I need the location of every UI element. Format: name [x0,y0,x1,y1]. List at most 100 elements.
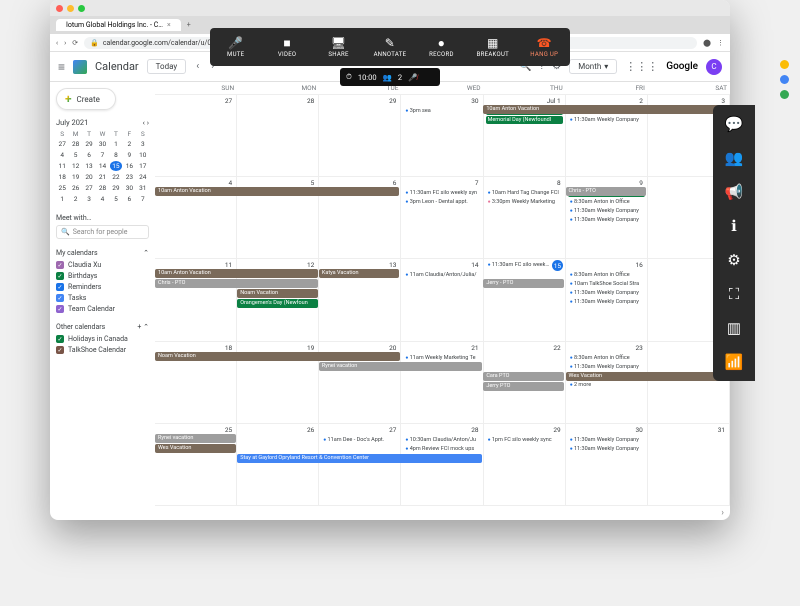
settings-icon[interactable]: ⚙ [727,251,740,269]
calendar-item[interactable]: ✓TalkShoe Calendar [56,346,149,354]
event[interactable]: 11am Weekly Marketing Te [403,354,480,362]
new-tab-icon[interactable]: + [181,21,197,29]
event[interactable]: 3:30pm Weekly Marketing [486,198,563,206]
multi-day-event[interactable]: Jerry - PTO [483,279,564,288]
event[interactable]: 3pm sea [403,107,480,115]
close-window-icon[interactable] [56,5,63,12]
multi-day-event[interactable]: Orangemen's Day (Newfoun [237,299,318,308]
event[interactable]: 11:30am Weekly Company [568,363,645,371]
multi-day-event[interactable]: Wes Vacation [155,444,236,453]
minimize-window-icon[interactable] [67,5,74,12]
chevron-up-icon[interactable]: ⌃ [143,249,149,257]
multi-day-event[interactable]: Chris - PTO [155,279,318,288]
multi-day-event[interactable]: Katya Vacation [319,269,400,278]
mini-nav[interactable]: ‹ › [143,118,149,127]
event[interactable]: Memorial Day (Newfoundl [486,116,563,124]
multi-day-event[interactable]: Wes Vacation [566,372,729,381]
back-icon[interactable]: ‹ [56,39,58,47]
day-cell[interactable]: 2111am Weekly Marketing Te11:30am FC sil… [401,342,483,423]
day-cell[interactable]: 29 [319,95,401,176]
multi-day-event[interactable]: 10am Anton Vacation [155,187,399,196]
breakout-button[interactable]: ▦BREAKOUT [467,28,518,66]
multi-day-event[interactable]: Rynei vacation [319,362,482,371]
account-avatar[interactable]: C [706,59,722,75]
day-cell[interactable]: 303pm sea [401,95,483,176]
calendar-item[interactable]: ✓Claudia Xu [56,261,149,269]
day-cell[interactable]: 1411am Claudia/Anton/Julia/ [401,259,483,340]
event[interactable]: 11:30am Weekly Company [568,289,645,297]
event[interactable]: 10:30am Claudia/Anton/Ju [403,436,480,444]
day-cell[interactable]: 168:30am Anton in Office10am TalkShoe So… [566,259,648,340]
day-cell[interactable]: 2810:30am Claudia/Anton/Ju4pm Review FCI… [401,424,483,505]
event[interactable]: 11:30am Weekly Company [568,116,645,124]
reload-icon[interactable]: ⟳ [72,39,78,47]
network-icon[interactable]: 📶 [725,353,744,371]
layout-icon[interactable]: ▥ [727,319,741,337]
prev-month-icon[interactable]: ‹ [194,61,201,72]
multi-day-event[interactable]: 10am Anton Vacation [155,269,318,278]
expand-icon[interactable]: › [155,506,730,520]
fullscreen-icon[interactable]: ⛶ [729,285,740,303]
multi-day-event[interactable]: 10am Anton Vacation [483,105,727,114]
profile-icon[interactable]: ⬤ [703,39,711,47]
announce-icon[interactable]: 📢 [725,183,744,201]
calendar-item[interactable]: ✓Team Calendar [56,305,149,313]
multi-day-event[interactable]: Chris - PTO [566,187,647,196]
event[interactable]: 11:30am Weekly Company [568,445,645,453]
mini-calendar[interactable]: July 2021 ‹ › SMTWTFS2728293012345678910… [56,118,149,204]
event[interactable]: 8:30am Anton in Office [568,198,645,206]
chat-icon[interactable]: 💬 [725,115,744,133]
add-other-cal-icon[interactable]: + ⌃ [137,323,149,331]
multi-day-event[interactable]: Cara PTO [483,372,564,381]
calendar-item[interactable]: ✓Holidays in Canada [56,335,149,343]
calendar-item[interactable]: ✓Birthdays [56,272,149,280]
event[interactable]: 11:30am Weekly Company [568,436,645,444]
hangup-button[interactable]: ☎HANG UP [519,28,570,66]
day-cell[interactable]: 26 [237,424,319,505]
share-button[interactable]: 🖥SHARE [313,28,364,66]
view-switcher[interactable]: Month ▾ [569,59,617,74]
annotate-button[interactable]: ✎ANNOTATE [364,28,415,66]
mute-button[interactable]: 🎤MUTE [210,28,261,66]
event[interactable]: 8:30am Anton in Office [568,271,645,279]
event[interactable]: 10am Hard Tag Change FCI [486,189,563,197]
multi-day-event[interactable]: Stay at Gaylord Opryland Resort & Conven… [237,454,482,463]
video-button[interactable]: ■VIDEO [261,28,312,66]
forward-icon[interactable]: › [64,39,66,47]
maximize-window-icon[interactable] [78,5,85,12]
tasks-icon[interactable] [780,75,789,84]
info-icon[interactable]: ℹ [731,217,737,235]
calendar-item[interactable]: ✓Tasks [56,294,149,302]
day-cell[interactable]: 27 [155,95,237,176]
day-cell[interactable]: 28 [237,95,319,176]
event[interactable]: 8:30am Anton in Office [568,354,645,362]
event[interactable]: 2 more [568,381,645,389]
day-cell[interactable]: 238:30am Anton in Office11:30am Weekly C… [566,342,648,423]
multi-day-event[interactable]: Jerry PTO [483,382,564,391]
multi-day-event[interactable]: Noam Vacation [155,352,400,361]
menu-icon[interactable]: ≡ [58,60,65,74]
day-cell[interactable]: 3011:30am Weekly Company11:30am Weekly C… [566,424,648,505]
event[interactable]: 11am Dee - Doc's Appt. [321,436,398,444]
event[interactable]: 11:30am Weekly Company [568,207,645,215]
event[interactable]: 11:30am Weekly Company [568,298,645,306]
event[interactable]: 11:30am FC silo weekly syn [486,261,552,269]
event[interactable]: 3pm Leon - Dental appt. [403,198,480,206]
multi-day-event[interactable]: Rynei vacation [155,434,236,443]
keep-icon[interactable] [780,60,789,69]
event[interactable]: 4pm Review FCI mock ups [403,445,480,453]
day-cell[interactable]: 291pm FC silo weekly sync [484,424,566,505]
event[interactable]: 11am Claudia/Anton/Julia/ [403,271,480,279]
day-cell[interactable]: 711:30am FC silo weekly syn3pm Leon - De… [401,177,483,258]
event[interactable]: 11:30am FC silo weekly syn [403,189,480,197]
day-cell[interactable]: 31 [648,424,730,505]
day-cell[interactable]: 1511:30am FC silo weekly syn [484,259,566,340]
browser-tab[interactable]: Iotum Global Holdings Inc. - C… × [56,19,181,31]
addon-icon[interactable] [780,90,789,99]
day-cell[interactable]: 810am Hard Tag Change FCI3:30pm Weekly M… [484,177,566,258]
event[interactable]: 10am TalkShoe Social Stra [568,280,645,288]
today-button[interactable]: Today [147,59,187,74]
participants-icon[interactable]: 👥 [725,149,744,167]
menu-icon[interactable]: ⋮ [717,39,724,47]
apps-grid-icon[interactable]: ⋮⋮⋮ [625,60,658,73]
